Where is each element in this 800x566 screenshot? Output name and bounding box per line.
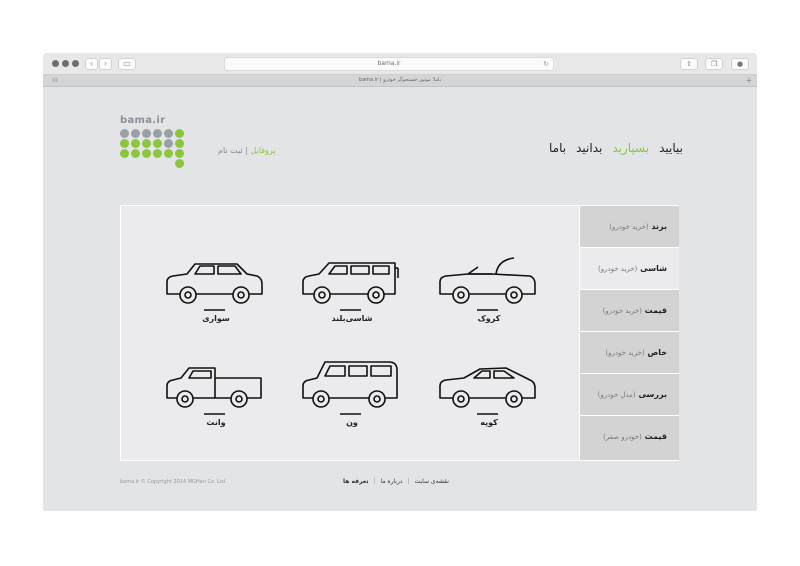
signup-link[interactable]: ثبت نام xyxy=(218,146,243,155)
sidebar-item-chassis[interactable]: شاسی (خرید خودرو) xyxy=(580,248,679,290)
coupe-car-icon xyxy=(439,367,536,415)
footer-link-about[interactable]: درباره ما xyxy=(380,478,402,485)
car-tile-coupe[interactable]: کوپه xyxy=(434,356,544,442)
close-window-button[interactable] xyxy=(52,60,59,67)
profile-separator: | xyxy=(245,146,248,155)
footer-separator: | xyxy=(373,478,376,485)
footer-separator: | xyxy=(407,478,410,485)
pickup-truck-icon xyxy=(166,367,262,415)
car-tile-convertible[interactable]: کروک xyxy=(434,252,544,338)
tabs-icon[interactable]: ❐ xyxy=(705,58,723,70)
profile-links: پروفایل | ثبت نام xyxy=(218,146,276,155)
logo-dot xyxy=(120,129,129,138)
logo-dot xyxy=(131,139,140,148)
logo-dot xyxy=(164,129,173,138)
logo-text: bama.ir xyxy=(120,115,166,126)
logo-dot xyxy=(175,139,184,148)
sidebar-item-price[interactable]: قیمت (خرید خودرو) xyxy=(580,290,679,332)
sidebar-item-sub: (خرید خودرو) xyxy=(605,349,645,357)
car-tile-sedan[interactable]: سواری xyxy=(161,252,271,338)
sidebar-item-sub: (مدل خودرو) xyxy=(597,391,636,399)
car-label-van: ون xyxy=(346,418,358,427)
bama-logo[interactable]: bama.ir xyxy=(120,115,190,168)
sidebar-item-review[interactable]: بررسی (مدل خودرو) xyxy=(580,374,679,416)
convertible-car-icon xyxy=(439,257,536,311)
logo-dot xyxy=(131,149,140,158)
nav-item-biayid[interactable]: بیایید xyxy=(659,141,683,155)
van-car-icon xyxy=(302,361,398,415)
logo-dot xyxy=(153,139,162,148)
logo-dot xyxy=(142,149,151,158)
body-type-panel: سواری شاسی‌بلند xyxy=(120,205,679,461)
logo-dot xyxy=(175,149,184,158)
footer-links: نقشه‌ی سایت | درباره ما | تعرفه ها xyxy=(343,478,449,485)
logo-dot xyxy=(120,149,129,158)
sidebar-item-special[interactable]: خاص (خرید خودرو) xyxy=(580,332,679,374)
nav-item-bama[interactable]: باما xyxy=(549,141,566,155)
active-tab[interactable]: bama.ir | باما؛ موتور جستجوگر خودرو xyxy=(243,75,557,86)
logo-dot xyxy=(175,129,184,138)
sidebar-item-new-price[interactable]: قیمت (خودرو صفر) xyxy=(580,416,679,458)
logo-dot xyxy=(175,159,184,168)
car-label-sedan: سواری xyxy=(202,314,230,323)
car-tile-suv[interactable]: شاسی‌بلند xyxy=(297,252,407,338)
sidebar-item-label: بررسی xyxy=(638,390,667,399)
new-tab-button[interactable]: + xyxy=(744,75,754,86)
logo-dot xyxy=(131,129,140,138)
footer-link-sitemap[interactable]: نقشه‌ی سایت xyxy=(415,478,449,485)
main-nav: بیایید بسپارید بدانید باما xyxy=(549,141,683,155)
category-sidebar: برند (خرید خودرو) شاسی (خرید خودرو) قیمت… xyxy=(579,206,679,460)
grid-icon[interactable]: ⁞⁞⁞ xyxy=(52,78,58,84)
car-label-convertible: کروک xyxy=(477,314,501,323)
copyright-text: bama.ir © Copyright 2014 MGHan Co. Ltd. xyxy=(120,479,227,485)
logo-dot xyxy=(120,139,129,148)
car-grid: سواری شاسی‌بلند xyxy=(121,206,579,460)
sedan-car-icon xyxy=(166,263,263,311)
nav-item-bedanid[interactable]: بدانید xyxy=(576,141,602,155)
logo-dot xyxy=(153,129,162,138)
browser-window: ‹ › ▭ bama.ir ↻ ⇧ ❐ ● ⁞⁞⁞ bama.ir | باما… xyxy=(43,53,757,511)
sidebar-item-sub: (خودرو صفر) xyxy=(603,433,642,441)
car-label-suv: شاسی‌بلند xyxy=(331,314,373,323)
download-icon[interactable]: ● xyxy=(731,58,749,70)
browser-toolbar: ‹ › ▭ bama.ir ↻ ⇧ ❐ ● xyxy=(43,53,757,75)
reload-icon[interactable]: ↻ xyxy=(543,58,549,70)
address-bar[interactable]: bama.ir ↻ xyxy=(224,57,554,71)
sidebar-icon[interactable]: ▭ xyxy=(118,58,136,70)
nav-item-bespagid[interactable]: بسپارید xyxy=(612,141,649,155)
sidebar-item-label: قیمت xyxy=(644,432,667,441)
sidebar-item-sub: (خرید خودرو) xyxy=(598,265,638,273)
sidebar-item-label: خاص xyxy=(647,348,667,357)
sidebar-item-label: شاسی xyxy=(640,264,667,273)
tab-bar: ⁞⁞⁞ bama.ir | باما؛ موتور جستجوگر خودرو … xyxy=(43,75,757,87)
logo-dot xyxy=(164,149,173,158)
logo-dot xyxy=(153,149,162,158)
footer-link-tariffs[interactable]: تعرفه ها xyxy=(343,478,368,485)
sidebar-item-label: برند xyxy=(651,222,667,231)
logo-dot xyxy=(142,129,151,138)
car-tile-pickup[interactable]: وانت xyxy=(161,356,271,442)
share-icon[interactable]: ⇧ xyxy=(680,58,698,70)
minimize-window-button[interactable] xyxy=(62,60,69,67)
sidebar-item-sub: (خرید خودرو) xyxy=(602,307,642,315)
suv-car-icon xyxy=(302,262,399,311)
chevron-left-icon[interactable]: ‹ xyxy=(85,58,98,70)
sidebar-item-brand[interactable]: برند (خرید خودرو) xyxy=(580,206,679,248)
car-tile-van[interactable]: ون xyxy=(297,356,407,442)
car-label-coupe: کوپه xyxy=(480,418,498,427)
car-label-pickup: وانت xyxy=(206,418,226,427)
profile-link[interactable]: پروفایل xyxy=(250,146,275,155)
logo-dot xyxy=(142,139,151,148)
logo-dot xyxy=(164,139,173,148)
url-text: bama.ir xyxy=(377,60,401,67)
sidebar-item-sub: (خرید خودرو) xyxy=(609,223,649,231)
chevron-right-icon[interactable]: › xyxy=(99,58,112,70)
zoom-window-button[interactable] xyxy=(72,60,79,67)
sidebar-item-label: قیمت xyxy=(644,306,667,315)
